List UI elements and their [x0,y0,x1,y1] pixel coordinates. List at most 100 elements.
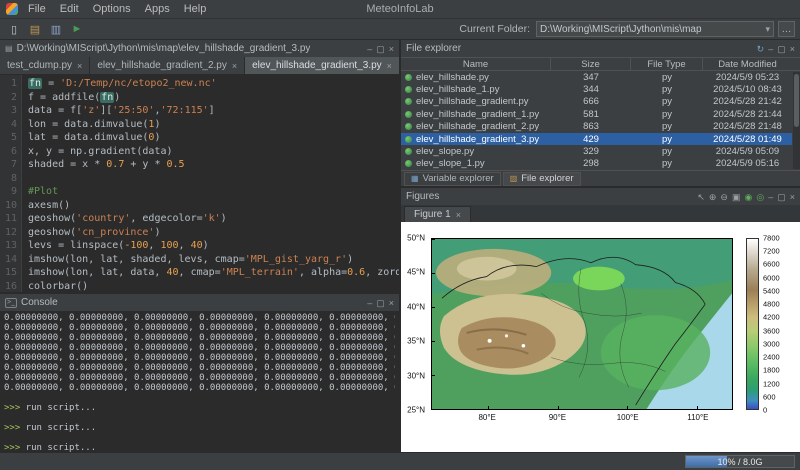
scrollbar-thumb[interactable] [794,74,799,127]
menu-item-help[interactable]: Help [178,3,213,15]
tab-variable-explorer[interactable]: ▦Variable explorer [404,172,501,186]
tab-close-icon[interactable]: × [387,61,392,71]
file-date: 2024/5/28 21:44 [703,109,792,120]
table-row[interactable]: elev_hillshade_gradient.py666py2024/5/28… [401,96,792,108]
code-editor[interactable]: 12345678910111213141516 fn = 'D:/Temp/nc… [0,75,399,292]
tab-close-icon[interactable]: × [232,61,237,71]
python-file-icon [405,74,412,81]
rotate-icon[interactable]: ◎ [756,192,764,202]
y-tick-mark [432,375,435,376]
python-file-icon [405,86,412,93]
table-row[interactable]: elev_slope_1.py298py2024/5/9 05:16 [401,158,792,170]
identify-icon[interactable]: ◉ [744,192,752,202]
table-row[interactable]: elev_hillshade_1.py344py2024/5/10 08:43 [401,83,792,95]
close-icon[interactable]: × [389,44,394,54]
table-row[interactable]: elev_hillshade.py347py2024/5/9 05:23 [401,71,792,83]
code-line [28,172,399,186]
menubar-items: FileEditOptionsAppsHelp [22,3,212,15]
editor-tab[interactable]: elev_hillshade_gradient_3.py× [245,57,400,74]
tab-figure-1[interactable]: Figure 1 × [404,206,471,222]
minimize-icon[interactable]: – [768,44,773,54]
file-name: elev_hillshade_gradient_3.py [416,134,539,145]
new-file-icon[interactable]: ▯ [5,21,23,38]
close-icon[interactable]: × [389,298,394,308]
column-header[interactable]: Size [551,58,631,70]
console-panel-header: >_ Console –▢× [0,294,399,311]
python-file-icon [405,148,412,155]
column-header[interactable]: Date Modified [703,58,792,70]
colorbar-tick-label: 6000 [763,273,780,282]
run-icon[interactable]: ► [68,21,86,38]
open-file-icon[interactable]: ▤ [26,21,44,38]
file-name: elev_slope.py [416,146,474,157]
scrollbar[interactable] [793,72,800,169]
save-file-icon[interactable]: ▥ [47,21,65,38]
file-type: py [631,146,703,157]
float-icon[interactable]: ▢ [777,44,786,54]
python-file-icon [405,136,412,143]
console-prompt: >>> [4,403,20,413]
y-tick-label: 35°N [407,337,425,346]
figure-canvas[interactable]: 80°E90°E100°E110°E 25°N30°N35°N40°N45°N5… [401,222,800,452]
tab-file-explorer[interactable]: ▨File explorer [503,172,581,186]
code-line: geoshow('cn_province') [28,226,399,240]
menu-item-apps[interactable]: Apps [139,3,176,15]
full-extent-icon[interactable]: ▣ [732,192,741,202]
y-tick-label: 40°N [407,302,425,311]
current-folder-label: Current Folder: [459,23,530,35]
editor-tab[interactable]: elev_hillshade_gradient_2.py× [90,57,245,74]
grid-icon: ▦ [411,174,419,183]
editor-tab[interactable]: test_cdump.py× [0,57,90,74]
figure-tabs: Figure 1 × [401,205,800,222]
file-table-body: elev_hillshade.py347py2024/5/9 05:23elev… [401,71,800,170]
close-icon[interactable]: × [790,192,795,202]
y-tick-mark [432,239,435,240]
code-line: imshow(lon, lat, shaded, levs, cmap='MPL… [28,253,399,267]
float-icon[interactable]: ▢ [376,44,385,54]
main-area: ▤ D:\Working\MIScript\Jython\mis\map\ele… [0,40,800,452]
browse-folder-button[interactable]: … [778,21,795,37]
editor-panel: ▤ D:\Working\MIScript\Jython\mis\map\ele… [0,40,399,292]
minimize-icon[interactable]: – [367,44,372,54]
menu-item-edit[interactable]: Edit [54,3,85,15]
meteoinfolab-window: FileEditOptionsAppsHelp MeteoInfoLab ▯▤▥… [0,0,800,470]
line-number: 4 [0,118,17,132]
console-output-line [4,393,395,403]
window-title: MeteoInfoLab [366,3,433,15]
tab-close-icon[interactable]: × [77,61,82,71]
current-folder-combobox[interactable]: D:\Working\MIScript\Jython\mis\map ▾ [536,21,774,37]
float-icon[interactable]: ▢ [376,298,385,308]
zoom-in-icon[interactable]: ⊕ [709,192,717,202]
refresh-icon[interactable]: ↻ [757,44,765,54]
python-file-icon [405,111,412,118]
file-date: 2024/5/10 08:43 [703,84,792,95]
menu-item-options[interactable]: Options [87,3,137,15]
float-icon[interactable]: ▢ [777,192,786,202]
table-row[interactable]: elev_slope.py329py2024/5/9 05:09 [401,145,792,157]
file-size: 581 [551,109,631,120]
file-type: py [631,96,703,107]
chevron-down-icon[interactable]: ▾ [765,24,770,35]
select-icon[interactable]: ↖ [697,192,705,202]
console-title: Console [21,297,58,308]
menu-item-file[interactable]: File [22,3,52,15]
console-output[interactable]: 0.00000000, 0.00000000, 0.00000000, 0.00… [0,311,399,452]
minimize-icon[interactable]: – [768,192,773,202]
line-number: 5 [0,131,17,145]
memory-indicator: 10% / 8.0G [685,455,795,468]
zoom-out-icon[interactable]: ⊖ [720,192,728,202]
y-tick-label: 50°N [407,234,425,243]
minimize-icon[interactable]: – [367,298,372,308]
y-tick-label: 25°N [407,406,425,415]
table-row[interactable]: elev_hillshade_gradient_1.py581py2024/5/… [401,108,792,120]
file-type: py [631,134,703,145]
console-prompt: >>> [4,423,20,433]
line-number: 14 [0,253,17,267]
console-output-line: 0.00000000, 0.00000000, 0.00000000, 0.00… [4,363,395,373]
table-row[interactable]: elev_hillshade_gradient_2.py863py2024/5/… [401,121,792,133]
column-header[interactable]: File Type [631,58,703,70]
tab-close-icon[interactable]: × [456,210,461,220]
column-header[interactable]: Name [401,58,551,70]
close-icon[interactable]: × [790,44,795,54]
table-row[interactable]: elev_hillshade_gradient_3.py429py2024/5/… [401,133,792,145]
